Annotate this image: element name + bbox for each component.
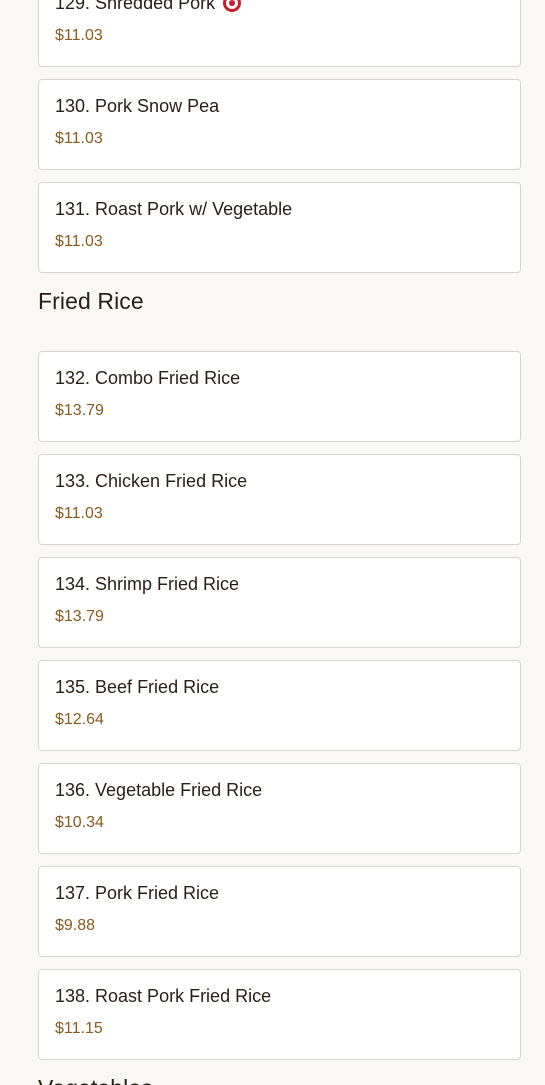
menu-item-name: 130. Pork Snow Pea bbox=[55, 96, 220, 116]
menu-item-price: $11.03 bbox=[55, 233, 103, 250]
menu-item-price: $11.15 bbox=[55, 1020, 103, 1037]
menu-item-card[interactable]: 129. Shredded Pork $11.03 bbox=[38, 0, 521, 67]
menu-item-price: $10.34 bbox=[55, 814, 104, 831]
menu-item-card[interactable]: 130. Pork Snow Pea $11.03 bbox=[38, 79, 521, 170]
section-title-vegetables: Vegetables bbox=[38, 1072, 521, 1085]
menu-section-fried-rice: 132. Combo Fried Rice $13.79 133. Chicke… bbox=[38, 351, 521, 1060]
menu-item-price: $12.64 bbox=[55, 711, 104, 728]
menu-item-price: $11.03 bbox=[55, 27, 103, 44]
section-title-fried-rice: Fried Rice bbox=[38, 288, 144, 314]
menu-item-name-text: 129. Shredded Pork bbox=[55, 0, 216, 13]
menu-item-name: 135. Beef Fried Rice bbox=[55, 677, 220, 697]
menu-item-price: $13.79 bbox=[55, 402, 104, 419]
menu-item-card[interactable]: 131. Roast Pork w/ Vegetable $11.03 bbox=[38, 182, 521, 273]
menu-item-name: 138. Roast Pork Fried Rice bbox=[55, 986, 272, 1006]
menu-item-card[interactable]: 132. Combo Fried Rice $13.79 bbox=[38, 351, 521, 442]
menu-section-pork: 129. Shredded Pork $11.03 130. Pork Snow… bbox=[38, 0, 521, 273]
menu-item-price: $11.03 bbox=[55, 505, 103, 522]
menu-item-name: 129. Shredded Pork bbox=[55, 0, 504, 15]
menu-item-card[interactable]: 138. Roast Pork Fried Rice $11.15 bbox=[38, 969, 521, 1060]
menu-item-name: 134. Shrimp Fried Rice bbox=[55, 574, 240, 594]
menu-item-card[interactable]: 133. Chicken Fried Rice $11.03 bbox=[38, 454, 521, 545]
menu-item-card[interactable]: 134. Shrimp Fried Rice $13.79 bbox=[38, 557, 521, 648]
menu-list: 129. Shredded Pork $11.03 130. Pork Snow… bbox=[38, 0, 521, 1085]
menu-viewport: 129. Shredded Pork $11.03 130. Pork Snow… bbox=[0, 0, 545, 1085]
menu-item-price: $11.03 bbox=[55, 130, 103, 147]
menu-item-name: 131. Roast Pork w/ Vegetable bbox=[55, 199, 293, 219]
menu-item-price: $13.79 bbox=[55, 608, 104, 625]
menu-item-price: $9.88 bbox=[55, 917, 96, 934]
menu-item-name: 136. Vegetable Fried Rice bbox=[55, 780, 263, 800]
menu-item-card[interactable]: 136. Vegetable Fried Rice $10.34 bbox=[38, 763, 521, 854]
menu-item-name: 132. Combo Fried Rice bbox=[55, 368, 241, 388]
menu-item-card[interactable]: 137. Pork Fried Rice $9.88 bbox=[38, 866, 521, 957]
spicy-icon bbox=[223, 0, 242, 12]
menu-item-name: 137. Pork Fried Rice bbox=[55, 883, 220, 903]
menu-item-name: 133. Chicken Fried Rice bbox=[55, 471, 248, 491]
menu-item-card[interactable]: 135. Beef Fried Rice $12.64 bbox=[38, 660, 521, 751]
